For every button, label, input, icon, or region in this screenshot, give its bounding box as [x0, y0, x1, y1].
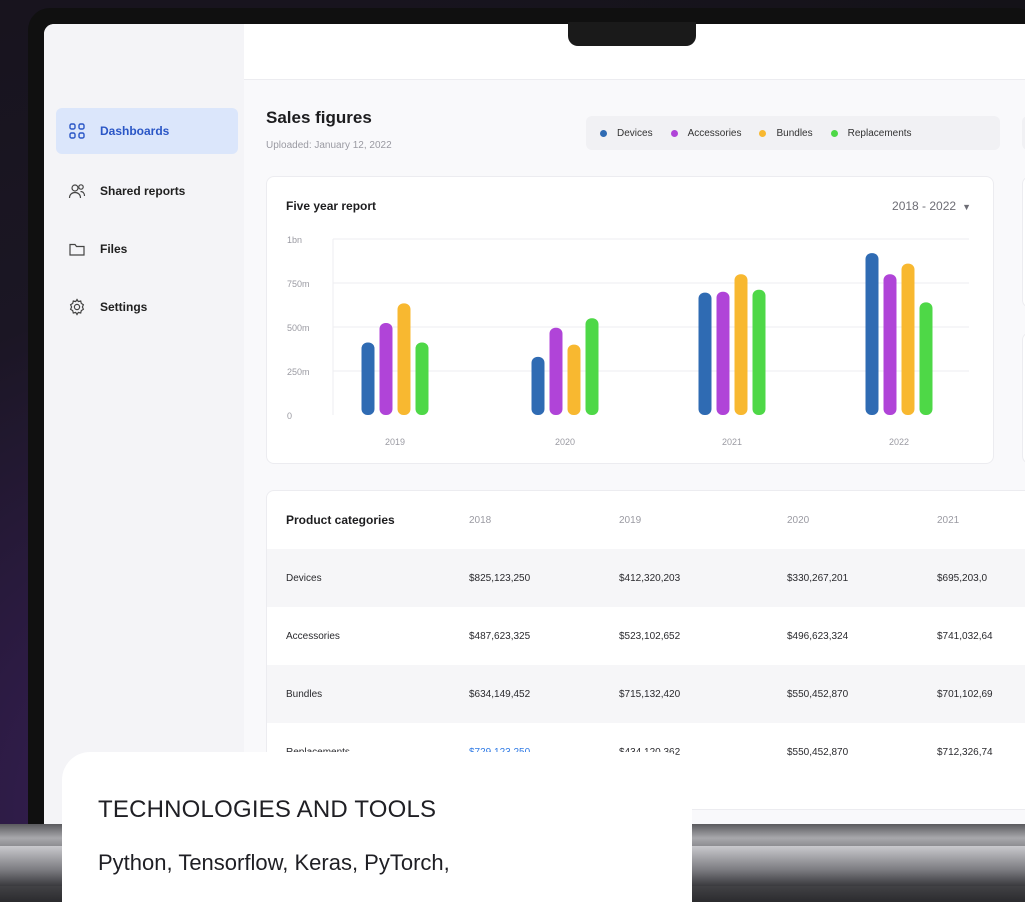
- table-header-row: Product categories 2018 2019 2020 2021: [267, 491, 1025, 549]
- x-tick-label: 2021: [722, 437, 742, 447]
- table-cell: $496,623,324: [787, 630, 849, 642]
- table-cell: $825,123,250: [469, 572, 531, 584]
- table-cell: $412,320,203: [619, 572, 681, 584]
- bar-replacements-2019[interactable]: [415, 342, 429, 415]
- table-row[interactable]: Accessories $487,623,325 $523,102,652 $4…: [267, 607, 1025, 665]
- table-cell: $701,102,69: [937, 688, 993, 700]
- bar-bundles-2019[interactable]: [397, 303, 411, 415]
- sidebar-item-settings[interactable]: Settings: [56, 284, 238, 330]
- grid-icon: [66, 120, 88, 142]
- table-cell: $741,032,64: [937, 630, 993, 642]
- bar-bundles-2022[interactable]: [901, 263, 915, 415]
- bar-devices-2021[interactable]: [698, 292, 712, 415]
- column-header: Product categories: [286, 513, 395, 527]
- table-cell: $550,452,870: [787, 688, 849, 700]
- technologies-list: Python, Tensorflow, Keras, PyTorch,: [98, 850, 450, 875]
- table-row[interactable]: Bundles $634,149,452 $715,132,420 $550,4…: [267, 665, 1025, 723]
- bar-accessories-2022[interactable]: [883, 274, 897, 415]
- bar-replacements-2021[interactable]: [752, 289, 766, 415]
- sidebar-item-label: Dashboards: [100, 124, 170, 138]
- chart-card: Five year report 2018 - 2022 ▼ 0 250m 500m 7…: [266, 176, 994, 464]
- legend-label: Devices: [617, 127, 653, 139]
- table-cell: $523,102,652: [619, 630, 681, 642]
- x-tick-label: 2022: [889, 437, 909, 447]
- legend-dot: [830, 129, 838, 137]
- upload-date: Uploaded: January 12, 2022: [266, 140, 392, 151]
- screen: Dashboards Shared reports Files Settings…: [44, 24, 1025, 824]
- sidebar-item-files[interactable]: Files: [56, 226, 238, 272]
- page-title: Sales figures: [266, 108, 372, 127]
- bar-chart: 0 250m 500m 750m 1bn 2019 2020 2021 2022: [287, 235, 969, 447]
- column-header: 2021: [937, 514, 960, 526]
- table-row[interactable]: Devices $825,123,250 $412,320,203 $330,2…: [267, 549, 1025, 607]
- table-cell: $634,149,452: [469, 688, 531, 700]
- y-tick-label: 500m: [287, 323, 310, 333]
- row-category: Bundles: [286, 688, 323, 700]
- legend-label: Bundles: [776, 127, 813, 139]
- legend-dot: [600, 129, 607, 137]
- legend-label: Replacements: [847, 127, 912, 139]
- table-cell: $487,623,325: [469, 630, 531, 642]
- users-icon: [66, 180, 88, 202]
- sidebar-item-label: Settings: [100, 300, 148, 314]
- bar-devices-2019[interactable]: [361, 342, 375, 415]
- technologies-card: TECHNOLOGIES AND TOOLS Python, Tensorflo…: [62, 752, 692, 902]
- y-tick-label: 0: [287, 411, 292, 421]
- legend-item-replacements[interactable]: Replacements: [830, 127, 912, 139]
- chart-legend: Devices Accessories Bundles Replacements: [586, 116, 1000, 150]
- sidebar: Dashboards Shared reports Files Settings: [44, 24, 244, 824]
- column-header: 2018: [469, 514, 492, 526]
- legend-dot: [759, 129, 767, 137]
- legend-dot: [670, 129, 678, 137]
- row-category: Accessories: [286, 630, 340, 642]
- legend-item-bundles[interactable]: Bundles: [759, 127, 813, 139]
- bar-bundles-2020[interactable]: [567, 344, 581, 415]
- bar-replacements-2022[interactable]: [919, 302, 933, 415]
- table-cell: $715,132,420: [619, 688, 681, 700]
- legend-item-accessories[interactable]: Accessories: [670, 127, 742, 139]
- bar-accessories-2021[interactable]: [716, 291, 730, 415]
- y-tick-label: 250m: [287, 367, 310, 377]
- bar-bundles-2021[interactable]: [734, 274, 748, 415]
- table-cell: $550,452,870: [787, 746, 849, 758]
- camera-notch: [568, 22, 696, 46]
- bar-devices-2022[interactable]: [865, 253, 879, 415]
- bar-replacements-2020[interactable]: [585, 318, 599, 415]
- bar-accessories-2020[interactable]: [549, 327, 563, 415]
- bar-accessories-2019[interactable]: [379, 322, 393, 415]
- y-tick-label: 1bn: [287, 235, 302, 245]
- column-header: 2019: [619, 514, 642, 526]
- table-cell: $712,326,74: [937, 746, 993, 758]
- column-header: 2020: [787, 514, 810, 526]
- legend-label: Accessories: [687, 127, 742, 139]
- table-cell: $695,203,0: [937, 572, 988, 584]
- bar-devices-2020[interactable]: [531, 356, 545, 415]
- x-tick-label: 2019: [385, 437, 405, 447]
- folder-icon: [66, 238, 88, 260]
- sidebar-item-dashboards[interactable]: Dashboards: [56, 108, 238, 154]
- gear-icon: [66, 296, 88, 318]
- sidebar-item-label: Files: [100, 242, 128, 256]
- main-content: Sales figures Uploaded: January 12, 2022…: [244, 24, 1025, 824]
- sidebar-item-label: Shared reports: [100, 184, 186, 198]
- y-tick-label: 750m: [287, 279, 310, 289]
- technologies-title: TECHNOLOGIES AND TOOLS: [98, 796, 437, 823]
- row-category: Devices: [286, 572, 322, 584]
- table-cell: $330,267,201: [787, 572, 849, 584]
- x-tick-label: 2020: [555, 437, 575, 447]
- sidebar-item-shared-reports[interactable]: Shared reports: [56, 168, 238, 214]
- legend-item-devices[interactable]: Devices: [600, 128, 653, 139]
